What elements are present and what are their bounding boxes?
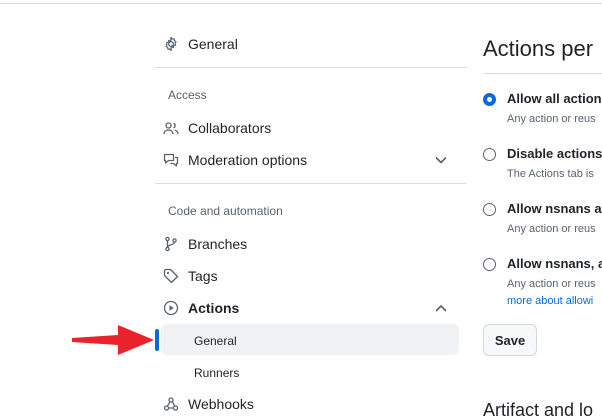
sidebar-item-branches[interactable]: Branches — [163, 228, 247, 260]
sidebar-item-label: Branches — [188, 236, 248, 252]
sidebar-subitem-runners[interactable]: Runners — [194, 366, 239, 380]
sidebar-item-general[interactable]: General — [163, 28, 238, 60]
settings-sidebar: General Access Collaborators Moderation … — [155, 0, 467, 417]
radio-button[interactable] — [483, 93, 496, 106]
sidebar-item-webhooks[interactable]: Webhooks — [163, 388, 254, 420]
sidebar-subitem-general[interactable]: General — [194, 334, 237, 348]
learn-more-link[interactable]: more about allowi — [507, 295, 593, 307]
chevron-down-icon[interactable] — [433, 152, 447, 166]
title-divider — [483, 73, 602, 74]
option-description: Any action or reus — [507, 278, 596, 290]
option-label: Allow all action — [507, 91, 602, 106]
sidebar-item-label: Moderation options — [188, 152, 308, 168]
section-title-artifact: Artifact and lo — [483, 400, 594, 417]
sidebar-item-label: General — [188, 36, 238, 52]
sidebar-divider — [155, 67, 467, 68]
option-label: Disable actions — [507, 146, 602, 161]
gear-icon — [163, 36, 179, 52]
play-icon — [163, 300, 179, 316]
sidebar-heading-access: Access — [168, 88, 207, 102]
option-description: Any action or reus — [507, 223, 596, 235]
sidebar-heading-code: Code and automation — [168, 204, 283, 218]
sidebar-item-label: Collaborators — [188, 120, 272, 136]
sidebar-item-moderation[interactable]: Moderation options — [163, 144, 459, 176]
tag-icon — [163, 268, 179, 284]
radio-button[interactable] — [483, 258, 496, 271]
radio-button[interactable] — [483, 203, 496, 216]
branch-icon — [163, 236, 179, 252]
option-description: Any action or reus — [507, 113, 596, 125]
comment-report-icon — [163, 152, 179, 168]
sidebar-item-collaborators[interactable]: Collaborators — [163, 112, 271, 144]
main-content: Actions per Allow all action Any action … — [483, 0, 602, 417]
people-icon — [163, 120, 179, 136]
radio-button[interactable] — [483, 148, 496, 161]
sidebar-item-label: Tags — [188, 268, 218, 284]
sidebar-divider — [155, 183, 467, 184]
page-title: Actions per — [483, 36, 594, 61]
sidebar-item-label: Webhooks — [188, 396, 254, 412]
sidebar-item-actions[interactable]: Actions — [163, 292, 459, 324]
red-arrow-annotation — [72, 325, 154, 355]
webhook-icon — [163, 396, 179, 412]
option-label: Allow nsnans, a — [507, 256, 602, 271]
option-description: The Actions tab is — [507, 168, 594, 180]
option-label: Allow nsnans a — [507, 201, 602, 216]
sidebar-item-tags[interactable]: Tags — [163, 260, 218, 292]
sidebar-item-label: Actions — [188, 300, 240, 316]
chevron-up-icon[interactable] — [433, 300, 447, 314]
save-button[interactable]: Save — [483, 324, 537, 356]
